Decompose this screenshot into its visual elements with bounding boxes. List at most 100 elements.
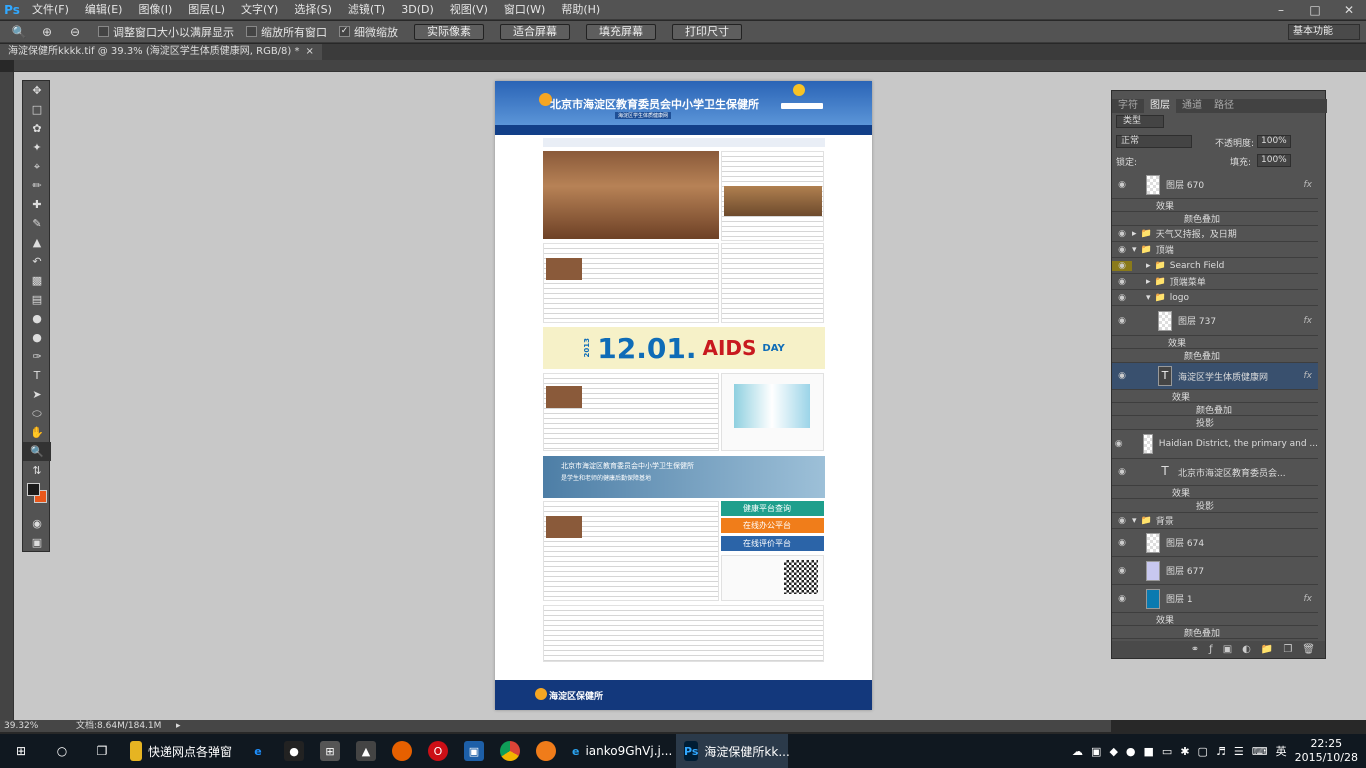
menu-view[interactable]: 视图(V) [442,0,496,20]
qq-icon[interactable]: ● [276,734,312,768]
history-brush-icon[interactable]: ↶ [23,252,51,271]
network-icon[interactable]: ▢ [1198,745,1208,758]
brush-tool-icon[interactable]: ✎ [23,214,51,233]
layer-row-selected[interactable]: ◉ T 海淀区学生体质健康网 fx [1112,363,1318,390]
bluetooth-icon[interactable]: ✱ [1180,745,1189,758]
layer-row[interactable]: ◉ Haidian District, the primary and ... [1112,430,1318,459]
network-tool-icon[interactable]: ▲ [348,734,384,768]
menu-image[interactable]: 图像(I) [130,0,180,20]
fill-input[interactable]: 100% [1257,154,1291,167]
visibility-eye-icon[interactable]: ◉ [1112,439,1125,449]
workspace-select[interactable]: 基本功能 [1288,24,1360,40]
menu-layer[interactable]: 图层(L) [180,0,233,20]
security-icon[interactable]: ● [1126,745,1136,758]
visibility-eye-icon[interactable]: ◉ [1112,293,1132,303]
effects-row[interactable]: 效果 [1112,336,1318,349]
task-view-icon[interactable]: ❐ [82,734,122,768]
menu-select[interactable]: 选择(S) [286,0,340,20]
add-style-icon[interactable]: ƒ [1209,644,1213,655]
checkbox-box[interactable] [98,26,109,37]
close-button[interactable]: ✕ [1332,0,1366,20]
keyboard-icon[interactable]: ⌨ [1252,745,1268,758]
notification-icon[interactable]: ☰ [1234,745,1244,758]
group-row[interactable]: ◉ ▾ 📁 顶端 [1112,242,1318,258]
type-tool-icon[interactable]: T [23,366,51,385]
visibility-eye-icon[interactable]: ◉ [1112,467,1132,477]
site-search-input[interactable] [781,103,823,109]
eyedropper-icon[interactable]: ✏ [23,176,51,195]
fill-screen-button[interactable]: 填充屏幕 [586,23,656,40]
group-row[interactable]: ◉ ▸ 📁 顶端菜单 [1112,274,1318,290]
hand-tool-icon[interactable]: ✋ [23,423,51,442]
pen-tool-icon[interactable]: ✑ [23,347,51,366]
effects-row[interactable]: 效果 [1112,613,1318,626]
zoom-all-checkbox[interactable]: 缩放所有窗口 [246,24,327,40]
effects-row[interactable]: 效果 [1112,390,1318,403]
chrome-icon[interactable] [492,734,528,768]
effects-row[interactable]: 效果 [1112,199,1318,212]
layer-row[interactable]: ◉ 图层 670 fx [1112,171,1318,199]
tab-character[interactable]: 字符 [1112,99,1144,113]
remote-desktop-icon[interactable]: ▣ [456,734,492,768]
visibility-eye-icon[interactable]: ◉ [1112,180,1132,190]
print-size-button[interactable]: 打印尺寸 [672,23,742,40]
close-tab-icon[interactable]: × [306,44,314,60]
adjustment-layer-icon[interactable]: ◐ [1242,644,1251,655]
effect-row[interactable]: 颜色叠加 [1112,349,1318,363]
group-row[interactable]: ◉ ▾ 📁 背景 [1112,513,1318,529]
fit-screen-button[interactable]: 适合屏幕 [500,23,570,40]
cloud-icon[interactable]: ☁ [1072,745,1083,758]
effects-row[interactable]: 效果 [1112,486,1318,499]
player-icon[interactable] [528,734,564,768]
zoom-tool-preset-icon[interactable]: 🔍 [8,23,30,41]
zoom-tool-icon[interactable]: 🔍 [23,442,51,461]
scrubby-zoom-checkbox[interactable]: ✓ 细微缩放 [339,24,398,40]
checkbox-box[interactable] [246,26,257,37]
vertical-ruler[interactable] [0,72,14,720]
effect-row[interactable]: 颜色叠加 [1112,626,1318,639]
effect-row[interactable]: 投影 [1112,416,1318,430]
menu-help[interactable]: 帮助(H) [553,0,608,20]
shape-tool-icon[interactable]: ⬭ [23,404,51,423]
collapse-arrow-icon[interactable]: ▾ [1132,245,1137,255]
online-office-link[interactable]: 在线办公平台 [721,518,824,533]
swap-colors-icon[interactable]: ⇅ [23,461,51,480]
visibility-eye-icon[interactable]: ◉ [1112,371,1132,381]
new-group-icon[interactable]: 📁 [1261,644,1273,655]
document-tab[interactable]: 海淀保健所kkkk.tif @ 39.3% (海淀区学生体质健康网, RGB/8… [0,44,322,60]
visibility-eye-icon[interactable]: ◉ [1112,566,1132,576]
expand-arrow-icon[interactable]: ▸ [1146,277,1151,287]
blur-tool-icon[interactable]: ● [23,309,51,328]
minimize-button[interactable]: – [1264,0,1298,20]
checkmark-icon[interactable]: ✓ [339,26,350,37]
tab-channels[interactable]: 通道 [1176,99,1208,113]
layer-row[interactable]: ◉ 图层 674 [1112,529,1318,557]
status-menu-arrow-icon[interactable]: ▸ [176,720,181,732]
nvidia-icon[interactable]: ■ [1144,745,1154,758]
taskbar-app-photoshop[interactable]: Ps 海淀保健所kk... [676,734,790,768]
expand-arrow-icon[interactable]: ▸ [1146,261,1151,271]
monitor-icon[interactable]: ▣ [1091,745,1101,758]
marquee-tool-icon[interactable]: □ [23,100,51,119]
magic-wand-icon[interactable]: ✦ [23,138,51,157]
foreground-color-swatch[interactable] [27,483,40,496]
layer-row[interactable]: ◉ 图层 737 fx [1112,306,1318,336]
store-icon[interactable]: ⊞ [312,734,348,768]
layer-row[interactable]: ◉ T 北京市海淀区教育委员会... [1112,459,1318,486]
clone-stamp-icon[interactable]: ▲ [23,233,51,252]
menu-filter[interactable]: 滤镜(T) [340,0,393,20]
document-canvas[interactable]: 北京市海淀区教育委员会中小学卫生保健所 海淀区学生体质健康网 2013 12.0… [495,81,872,710]
healing-brush-icon[interactable]: ✚ [23,195,51,214]
visibility-eye-icon[interactable]: ◉ [1112,229,1132,239]
edge-icon[interactable]: e [240,734,276,768]
opera-icon[interactable]: O [420,734,456,768]
menu-3d[interactable]: 3D(D) [393,0,442,20]
clock[interactable]: 22:25 2015/10/28 [1295,737,1358,765]
screen-mode-icon[interactable]: ▣ [23,533,51,552]
effect-row[interactable]: 投影 [1112,499,1318,513]
quick-mask-icon[interactable]: ◉ [23,514,51,533]
menu-edit[interactable]: 编辑(E) [77,0,131,20]
visibility-eye-icon[interactable]: ◉ [1112,538,1132,548]
volume-icon[interactable]: ♬ [1216,745,1226,758]
new-layer-icon[interactable]: ❐ [1283,644,1292,655]
